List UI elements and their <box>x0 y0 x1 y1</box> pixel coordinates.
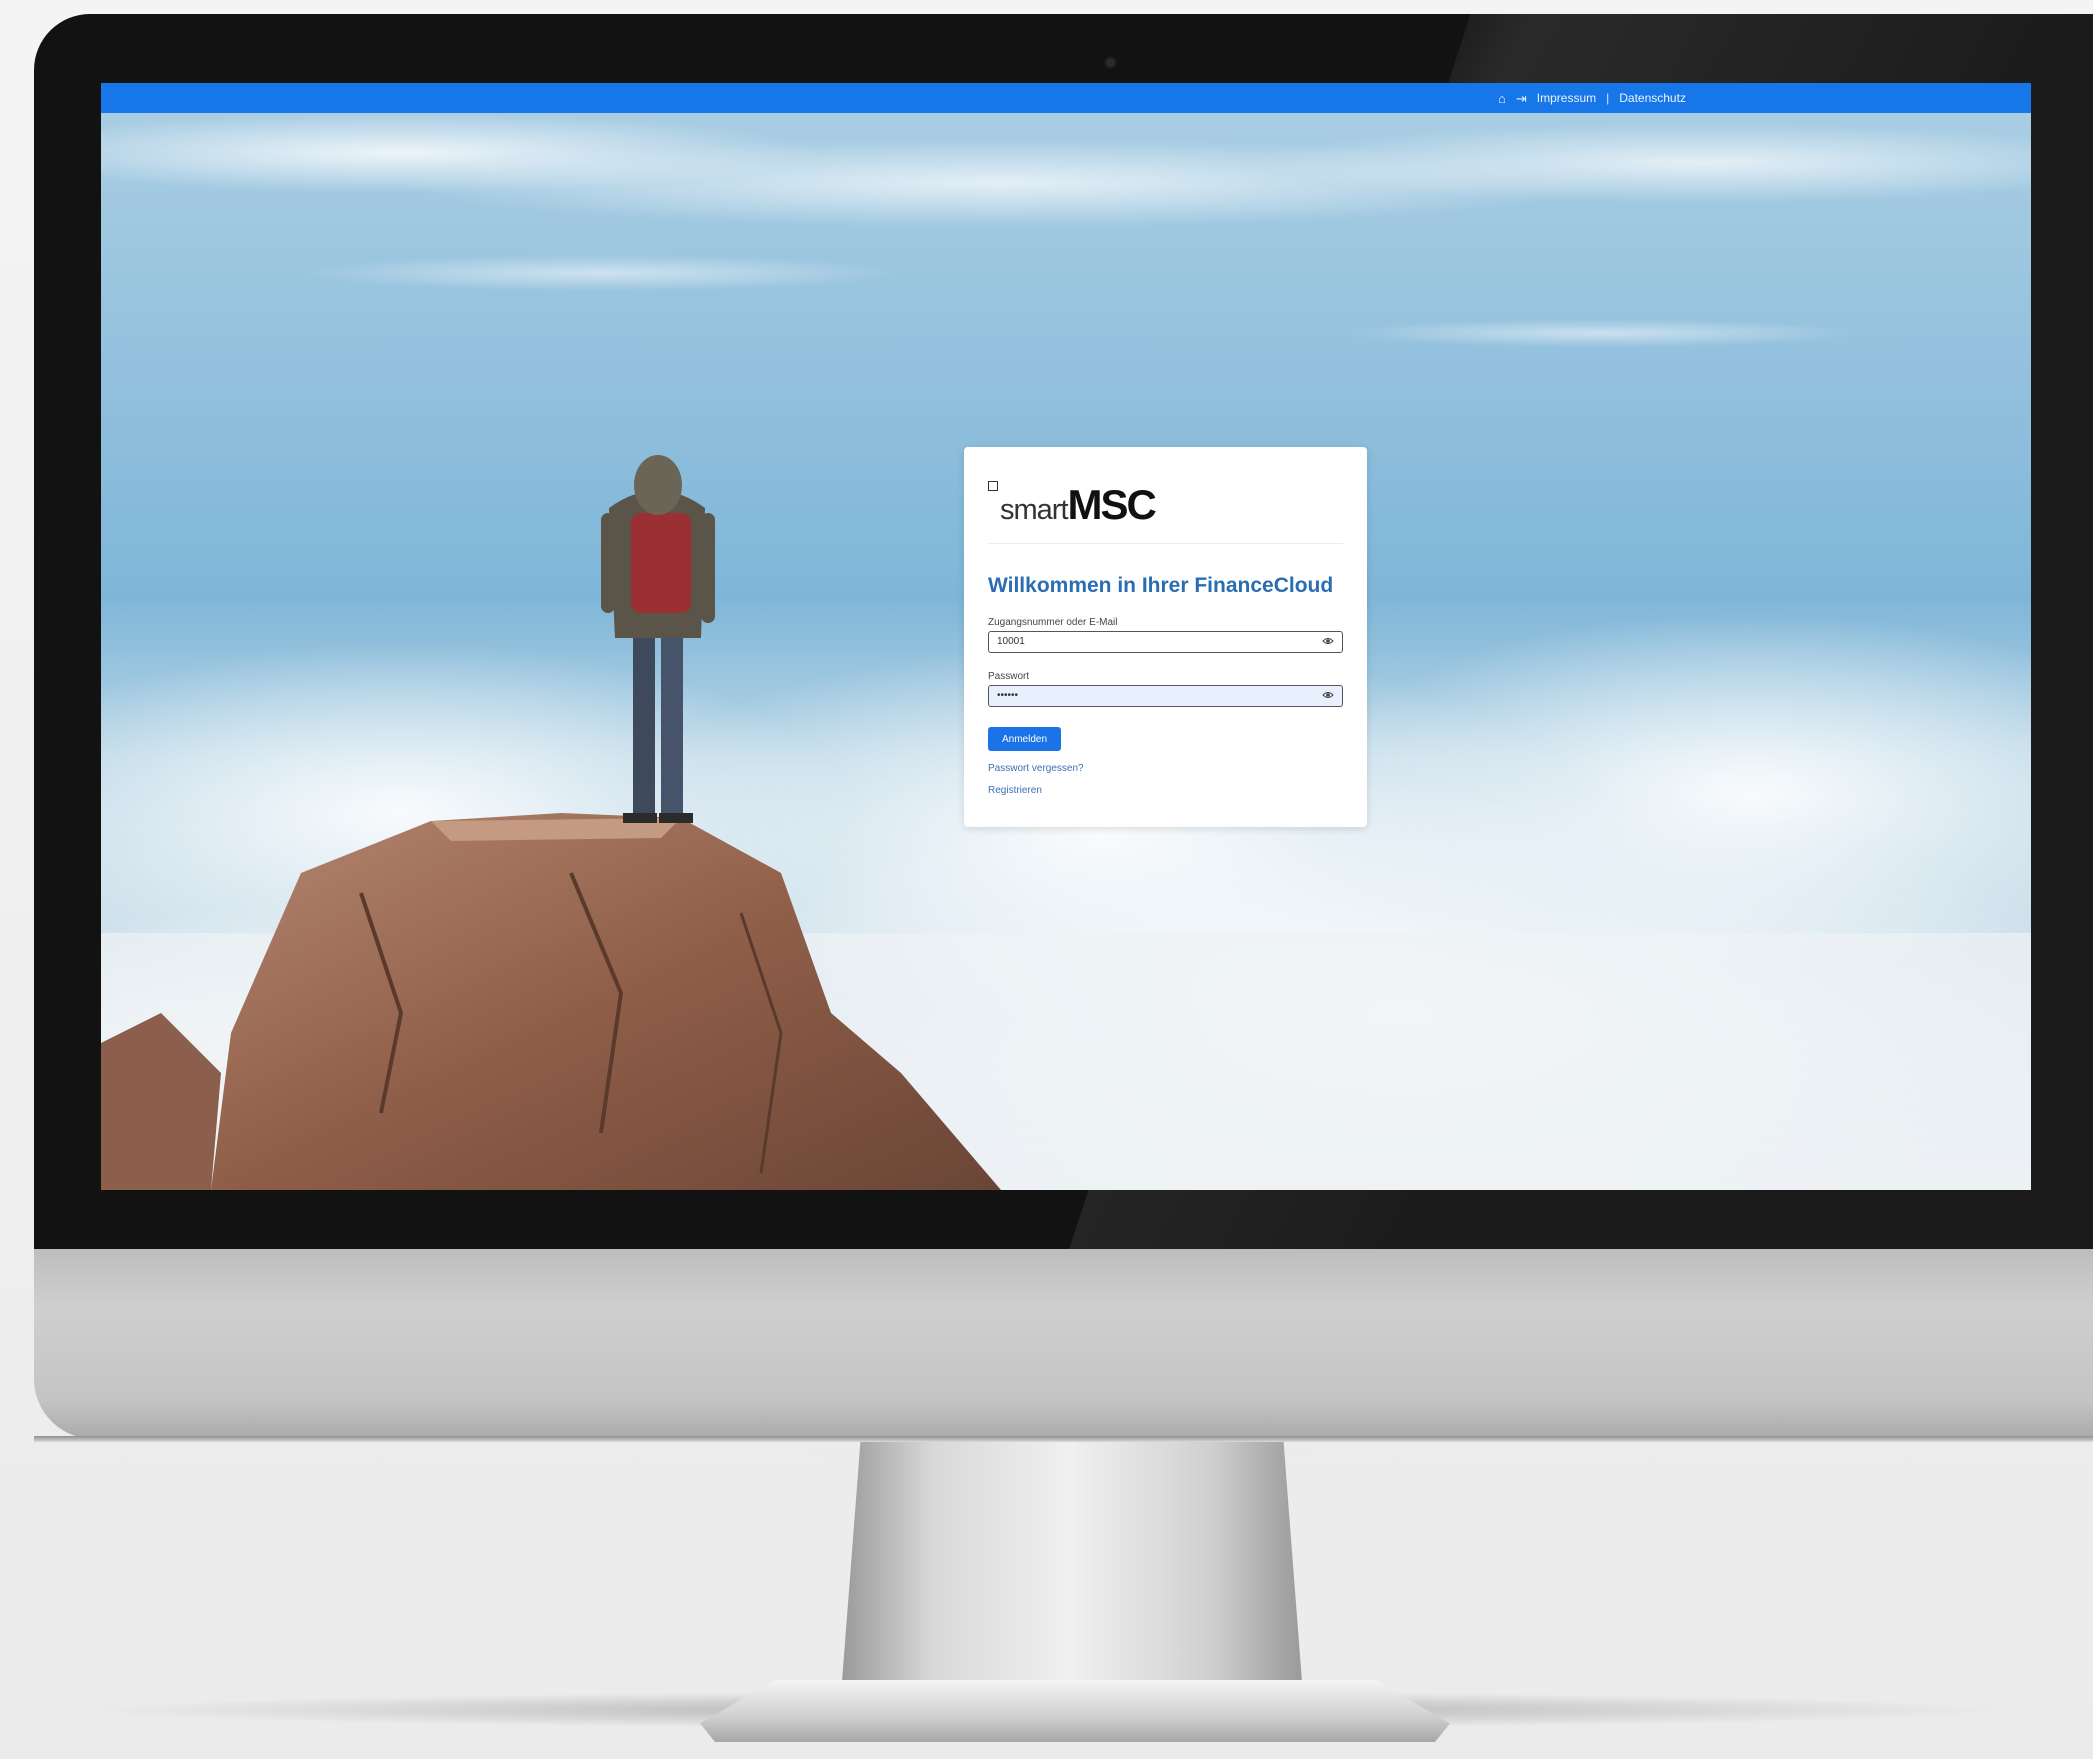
screen: ⌂ ⇥ Impressum | Datenschutz smart MSC Wi… <box>101 83 2031 1190</box>
password-input[interactable]: •••••• <box>988 685 1343 707</box>
username-input[interactable]: 10001 <box>988 631 1343 653</box>
datenschutz-link[interactable]: Datenschutz <box>1619 91 1686 105</box>
impressum-link[interactable]: Impressum <box>1537 91 1596 105</box>
login-icon[interactable]: ⇥ <box>1516 92 1527 105</box>
welcome-title: Willkommen in Ihrer FinanceCloud <box>988 574 1334 597</box>
monitor-chin-edge <box>34 1436 2093 1442</box>
logo-text-msc: MSC <box>1067 481 1157 528</box>
home-icon[interactable]: ⌂ <box>1498 92 1506 105</box>
login-button[interactable]: Anmelden <box>988 727 1061 751</box>
logo-mark <box>988 481 998 491</box>
monitor-chin <box>34 1249 2093 1439</box>
topbar-links: ⌂ ⇥ Impressum | Datenschutz <box>1498 91 1686 105</box>
register-link[interactable]: Registrieren <box>988 785 1042 796</box>
password-value: •••••• <box>997 690 1019 701</box>
eye-icon[interactable] <box>1322 689 1334 701</box>
password-label: Passwort <box>988 671 1030 682</box>
monitor-foot <box>700 1680 1450 1742</box>
username-label: Zugangsnummer oder E-Mail <box>988 617 1118 628</box>
eye-icon[interactable] <box>1322 635 1334 647</box>
topbar-separator: | <box>1606 91 1610 105</box>
username-value: 10001 <box>997 636 1025 647</box>
top-navigation-bar: ⌂ ⇥ Impressum | Datenschutz <box>101 83 2031 113</box>
monitor-stand <box>842 1442 1302 1682</box>
smartmsc-logo: smart MSC <box>988 477 1157 528</box>
logo-text-smart: smart <box>1000 494 1068 526</box>
forgot-password-link[interactable]: Passwort vergessen? <box>988 763 1084 774</box>
card-divider <box>988 543 1343 544</box>
webcam <box>1106 58 1115 67</box>
login-card: smart MSC Willkommen in Ihrer FinanceClo… <box>964 447 1367 827</box>
